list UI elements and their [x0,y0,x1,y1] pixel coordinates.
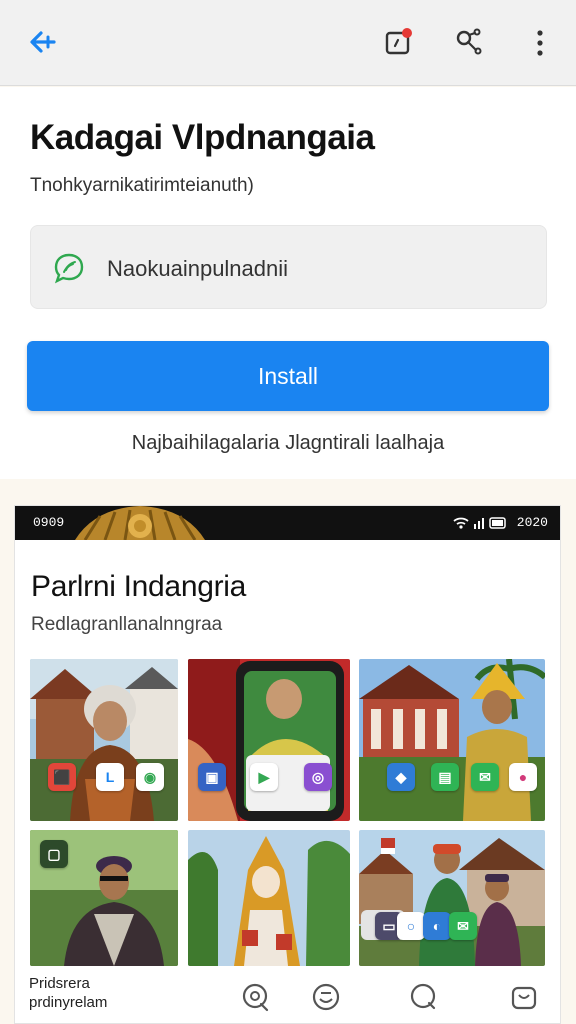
tile-man-waving-traditional-hat[interactable]: ◆ ▤ ✉ ● [359,659,545,821]
tile-woman-headscarf[interactable]: ⬛ L ◉ [30,659,178,821]
app-icon-message[interactable]: ✉ [449,912,477,940]
search-text: Naokuainpulnadnii [107,256,289,281]
preview-bottom-label-line2: prdinyrelam [29,994,108,1011]
install-button-label: Install [257,362,319,389]
app-icon-l[interactable]: L [96,763,124,791]
app-screenshot-preview[interactable]: 0909 2020 Parlrni Indangria Redlagranlla… [14,505,561,1024]
tile-traditional-costume[interactable] [188,830,350,966]
install-note: Najbaihilagalaria Jlagntirali laalhaja [131,432,445,454]
preview-title: Parlrni Indangria [31,570,247,603]
tile-man-black-cap[interactable]: ▢ [30,830,178,966]
share-icon[interactable] [450,24,486,60]
search-field[interactable]: Naokuainpulnadnii [30,225,547,309]
garuda-emblem-icon [75,506,205,540]
back-arrow-icon[interactable] [24,24,60,60]
search-chat-icon[interactable] [409,982,439,1012]
leaf-chat-icon [51,250,87,286]
preview-bottom-bar: Pridsrera prdinyrelam [15,966,560,1023]
app-icon-red[interactable]: ⬛ [48,763,76,791]
app-icon-play[interactable]: ▶ [250,763,278,791]
status-bar: 0909 2020 [15,506,560,540]
preview-subtitle: Redlagranllanalnngraa [31,614,223,635]
bag-icon[interactable] [509,982,539,1012]
app-title: Kadagai Vlpdnangaia [30,118,375,157]
app-icon-purple[interactable]: ◎ [304,763,332,791]
preview-bottom-label: Pridsrera prdinyrelam [29,974,107,1012]
install-button[interactable]: Install [27,341,549,411]
app-icon-blue-circle[interactable]: ◐ [423,912,451,940]
smile-icon[interactable] [311,982,341,1012]
signal-wifi-battery-icon [452,514,508,533]
preview-bottom-label-line1: Pridsrera [29,975,90,992]
app-icon-maps[interactable]: ◉ [136,763,164,791]
app-icon-blue[interactable]: ▣ [198,763,226,791]
tile-people-village[interactable]: ▭ ○ ◐ ✉ [359,830,545,966]
notification-icon[interactable] [380,24,416,60]
chat-icon[interactable] [241,982,271,1012]
app-subtitle: Tnohkyarnikatirimteianuth) [30,175,254,196]
more-vertical-icon[interactable] [522,24,558,60]
top-app-bar [0,0,576,86]
tile-phone-in-hand[interactable]: ▣ ▶ ◎ [188,659,350,821]
app-icon-frame[interactable]: ▢ [40,840,68,868]
app-icon-chat[interactable]: ✉ [471,763,499,791]
app-icon-green[interactable]: ▤ [431,763,459,791]
app-icon-ring[interactable]: ○ [397,912,425,940]
app-icon-globe[interactable]: ◆ [387,763,415,791]
app-icon-camera[interactable]: ● [509,763,537,791]
status-clock: 2020 [516,515,548,530]
